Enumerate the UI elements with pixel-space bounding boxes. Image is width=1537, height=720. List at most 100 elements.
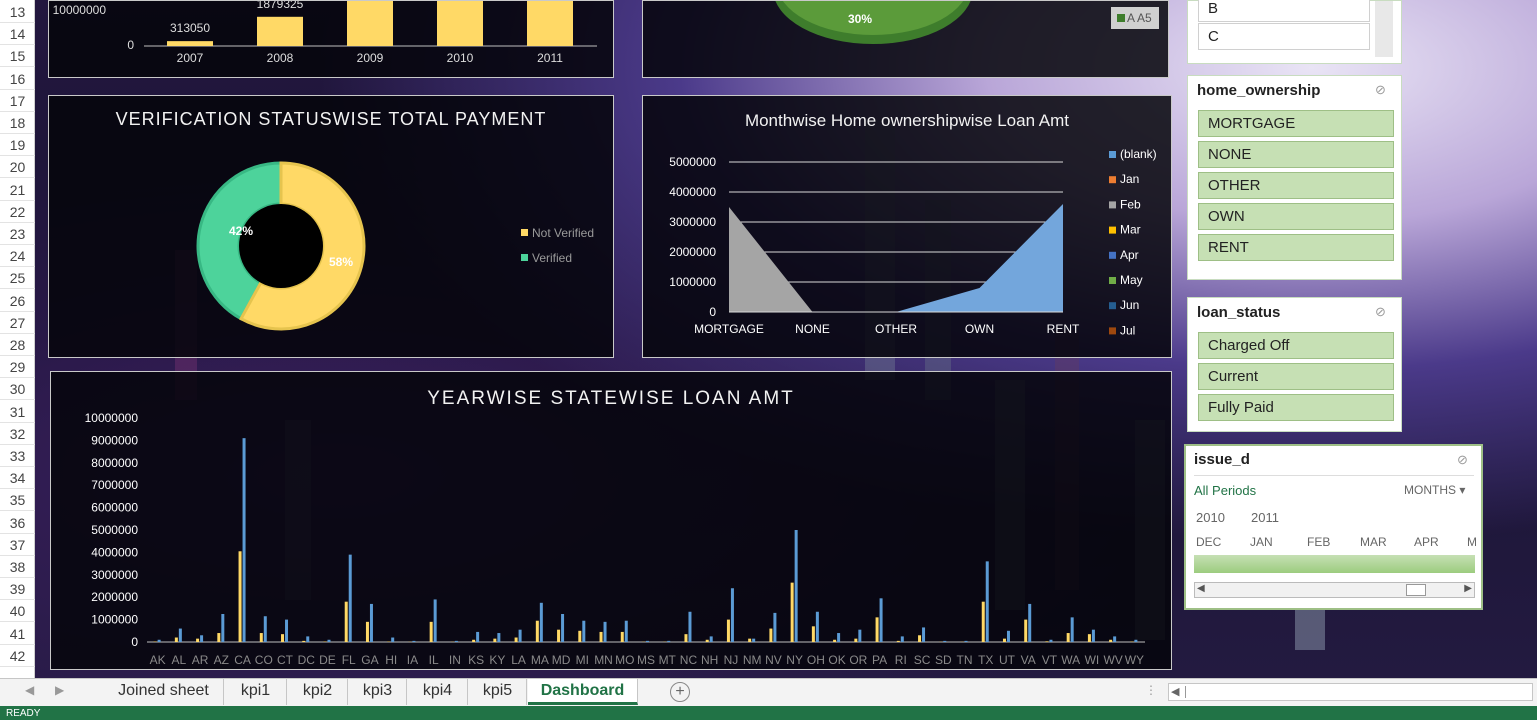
row-number[interactable]: 18 bbox=[0, 112, 35, 134]
x-tick-label: RI bbox=[895, 653, 907, 667]
bar bbox=[306, 636, 310, 642]
slice-label-not-verified: 58% bbox=[329, 255, 353, 269]
row-number[interactable]: 35 bbox=[0, 489, 35, 512]
bar bbox=[858, 629, 862, 642]
timeline-month[interactable]: JAN bbox=[1250, 535, 1273, 549]
row-number[interactable]: 40 bbox=[0, 600, 35, 623]
bar bbox=[985, 561, 989, 642]
timeline-month[interactable]: M bbox=[1467, 535, 1476, 549]
period-unit-dropdown[interactable]: MONTHS ▾ bbox=[1404, 483, 1465, 497]
legend-swatch bbox=[1109, 176, 1116, 184]
row-number[interactable]: 23 bbox=[0, 223, 35, 245]
row-number[interactable]: 36 bbox=[0, 512, 35, 534]
clear-filter-icon[interactable]: ⊘ bbox=[1457, 452, 1473, 468]
bar bbox=[1066, 633, 1070, 642]
legend-label: Not Verified bbox=[532, 226, 594, 240]
home-ownership-chart-panel[interactable]: Monthwise Home ownershipwise Loan Amt 50… bbox=[642, 95, 1172, 358]
row-number[interactable]: 39 bbox=[0, 578, 35, 601]
slicer-item[interactable]: Charged Off bbox=[1198, 332, 1394, 359]
scroll-left-icon[interactable]: ◀ bbox=[1197, 583, 1205, 594]
row-number[interactable]: 29 bbox=[0, 356, 35, 379]
scroll-thumb[interactable] bbox=[1406, 584, 1426, 596]
slicer-item[interactable]: Fully Paid bbox=[1198, 394, 1394, 421]
slicer-item[interactable]: C bbox=[1198, 23, 1370, 50]
row-number[interactable]: 27 bbox=[0, 312, 35, 334]
slicer-item[interactable]: OTHER bbox=[1198, 172, 1394, 199]
row-number[interactable]: 24 bbox=[0, 245, 35, 268]
scroll-left-icon[interactable]: ◀ bbox=[1171, 685, 1179, 698]
row-number[interactable]: 31 bbox=[0, 401, 35, 423]
x-tick-label: VT bbox=[1042, 653, 1058, 667]
row-number[interactable]: 20 bbox=[0, 156, 35, 179]
timeline-range-bar[interactable] bbox=[1194, 555, 1475, 573]
row-number[interactable]: 16 bbox=[0, 68, 35, 90]
clear-filter-icon[interactable]: ⊘ bbox=[1375, 304, 1391, 320]
tab-kpi1[interactable]: kpi1 bbox=[225, 679, 287, 705]
x-tick-label: 2007 bbox=[177, 51, 204, 65]
row-number[interactable]: 32 bbox=[0, 423, 35, 445]
tab-kpi3[interactable]: kpi3 bbox=[349, 679, 407, 705]
row-number[interactable]: 22 bbox=[0, 201, 35, 223]
bar bbox=[281, 634, 285, 642]
bar bbox=[518, 629, 522, 642]
row-number[interactable]: 26 bbox=[0, 290, 35, 312]
home-ownership-area-chart: 5000000 4000000 3000000 2000000 1000000 0 MORT… bbox=[669, 147, 1156, 337]
row-number[interactable]: 21 bbox=[0, 179, 35, 201]
x-tick-label: AZ bbox=[214, 653, 229, 667]
bar bbox=[752, 638, 756, 642]
tab-scroll-right-icon[interactable]: ▶ bbox=[55, 683, 64, 697]
row-number[interactable]: 41 bbox=[0, 623, 35, 645]
row-number[interactable]: 37 bbox=[0, 534, 35, 556]
row-number[interactable]: 13 bbox=[0, 1, 35, 23]
grade-chart-panel[interactable]: 30% A A5 bbox=[642, 0, 1169, 78]
slicer-scrollbar[interactable] bbox=[1375, 1, 1393, 57]
slicer-item[interactable]: NONE bbox=[1198, 141, 1394, 168]
slicer-item[interactable]: RENT bbox=[1198, 234, 1394, 261]
x-tick-label: RENT bbox=[1047, 322, 1080, 336]
row-number[interactable]: 34 bbox=[0, 467, 35, 490]
row-number[interactable]: 30 bbox=[0, 378, 35, 401]
slicer-item[interactable]: OWN bbox=[1198, 203, 1394, 230]
x-tick-label: UT bbox=[999, 653, 1016, 667]
tab-dashboard[interactable]: Dashboard bbox=[528, 679, 638, 705]
slicer-item[interactable]: Current bbox=[1198, 363, 1394, 390]
row-number[interactable]: 14 bbox=[0, 23, 35, 46]
bar bbox=[748, 638, 752, 642]
bar bbox=[620, 631, 624, 642]
more-options-icon[interactable]: ⋮ bbox=[1145, 683, 1157, 697]
tab-kpi2[interactable]: kpi2 bbox=[288, 679, 348, 705]
tab-scroll-left-icon[interactable]: ◀ bbox=[25, 683, 34, 697]
timeline-scrollbar[interactable]: ◀ ▶ bbox=[1194, 582, 1475, 598]
row-number[interactable]: 33 bbox=[0, 445, 35, 467]
slicer-item[interactable]: MORTGAGE bbox=[1198, 110, 1394, 137]
row-number[interactable]: 28 bbox=[0, 334, 35, 356]
tab-kpi5[interactable]: kpi5 bbox=[469, 679, 527, 705]
timeline-month[interactable]: FEB bbox=[1307, 535, 1330, 549]
tab-kpi4[interactable]: kpi4 bbox=[408, 679, 468, 705]
horizontal-scrollbar[interactable]: ◀ bbox=[1168, 683, 1533, 701]
row-number[interactable]: 17 bbox=[0, 90, 35, 112]
bar bbox=[1091, 629, 1095, 642]
add-sheet-icon[interactable]: + bbox=[670, 682, 690, 702]
row-number[interactable]: 38 bbox=[0, 556, 35, 578]
timeline-month[interactable]: APR bbox=[1414, 535, 1439, 549]
row-number[interactable]: 19 bbox=[0, 134, 35, 157]
timeline-month[interactable]: DEC bbox=[1196, 535, 1221, 549]
row-number[interactable]: 15 bbox=[0, 45, 35, 68]
state-chart-panel[interactable]: YEARWISE STATEWISE LOAN AMT 10000000 9000… bbox=[50, 371, 1172, 670]
yearwise-chart-panel[interactable]: 10000000 0 2007 313050 2008 1879325 2009 2010… bbox=[48, 0, 614, 78]
scroll-thumb[interactable] bbox=[1185, 686, 1186, 698]
timeline-title: issue_d bbox=[1194, 451, 1250, 468]
legend-swatch bbox=[1109, 327, 1116, 335]
bar bbox=[730, 588, 734, 642]
row-number[interactable]: 42 bbox=[0, 645, 35, 667]
clear-filter-icon[interactable]: ⊘ bbox=[1375, 82, 1391, 98]
slicer-item[interactable]: B bbox=[1198, 0, 1370, 22]
row-number[interactable]: 25 bbox=[0, 267, 35, 290]
tab-joined-sheet[interactable]: Joined sheet bbox=[104, 679, 224, 705]
scroll-right-icon[interactable]: ▶ bbox=[1464, 583, 1472, 594]
y-axis-label: 10000000 bbox=[53, 3, 107, 17]
timeline-month[interactable]: MAR bbox=[1360, 535, 1387, 549]
verification-chart-panel[interactable]: VERIFICATION STATUSWISE TOTAL PAYMENT 42… bbox=[48, 95, 614, 358]
bar bbox=[539, 602, 543, 642]
